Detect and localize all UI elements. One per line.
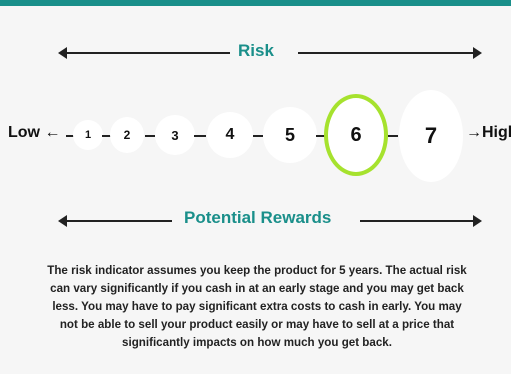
scale-dash	[388, 135, 398, 137]
rewards-label: Potential Rewards	[184, 208, 332, 227]
left-arrow-icon: ←	[44, 124, 61, 141]
risk-label: Risk	[238, 41, 274, 60]
rewards-arrow-line-right	[360, 220, 476, 222]
rewards-arrow: Potential Rewards	[58, 208, 482, 231]
right-arrowhead-icon	[473, 215, 482, 227]
risk-level-circle: 2	[110, 117, 144, 153]
risk-scale: Low ← 1 2 3 4 5 6 7 →High	[0, 90, 511, 182]
risk-arrow-line-right	[298, 52, 476, 54]
risk-level-circle: 5	[263, 107, 317, 163]
scale-dash	[145, 135, 155, 137]
low-label: Low	[8, 124, 40, 141]
risk-level-circle: 3	[155, 115, 195, 155]
description-line: less. You may have to pay significant ex…	[52, 300, 462, 313]
risk-level-label: 5	[284, 124, 295, 145]
right-arrowhead-icon	[473, 47, 482, 59]
right-arrow-icon: →	[466, 124, 482, 141]
rewards-arrow-line-left	[64, 220, 172, 222]
risk-level-circle: 1	[73, 120, 103, 150]
risk-level-label: 3	[171, 127, 179, 143]
description-line: can vary significantly if you cash in at…	[50, 282, 464, 295]
description-line: not be able to sell your product easily …	[59, 318, 455, 331]
scale-dash	[194, 135, 206, 137]
risk-level-circle: 4	[207, 112, 253, 158]
risk-arrow-line-left	[64, 52, 230, 54]
high-end-label: →High	[466, 124, 511, 142]
risk-level-circle: 7	[399, 90, 463, 182]
description-line: The risk indicator assumes you keep the …	[47, 264, 467, 277]
risk-level-label: 2	[123, 128, 131, 142]
risk-level-label: 4	[225, 126, 235, 143]
risk-level-circle-selected: 6	[324, 94, 388, 176]
risk-level-label: 7	[424, 123, 438, 148]
risk-level-label: 1	[84, 129, 92, 141]
risk-arrow: Risk	[58, 41, 482, 63]
risk-description: The risk indicator assumes you keep the …	[26, 262, 488, 352]
top-accent-bar	[0, 0, 511, 6]
high-label: High	[482, 124, 511, 141]
description-line: significantly impacts on how much you ge…	[122, 336, 392, 349]
risk-level-label: 6	[350, 123, 362, 146]
low-end-label: Low ←	[8, 124, 60, 142]
scale-dash	[253, 135, 263, 137]
